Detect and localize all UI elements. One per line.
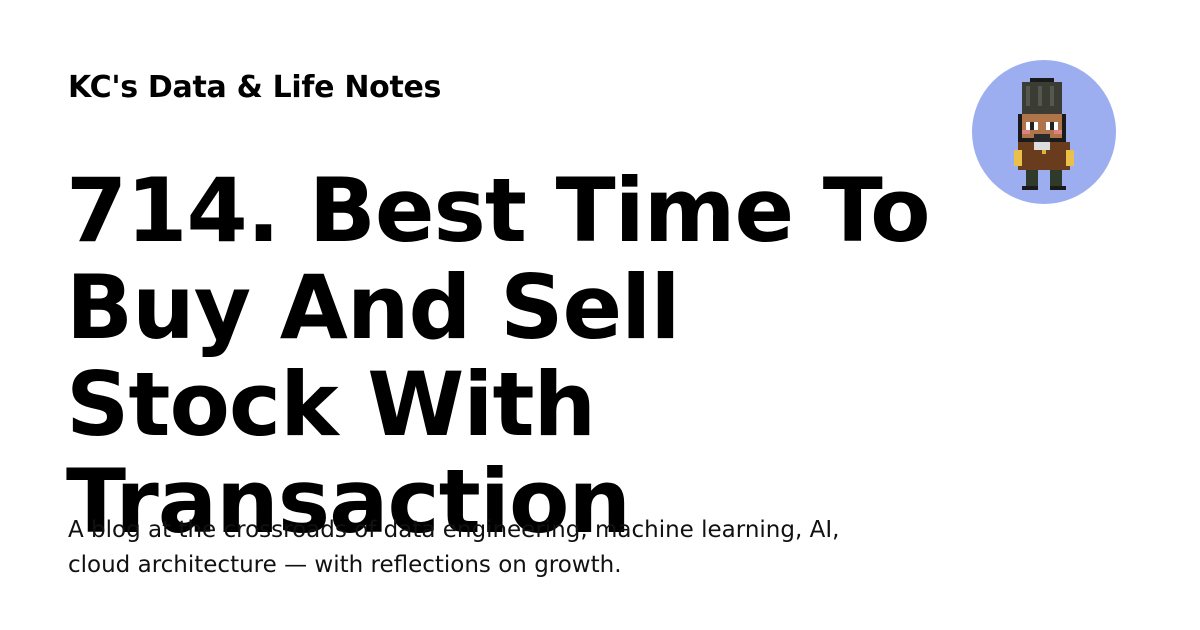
site-description: A blog at the crossroads of data enginee… <box>68 517 840 578</box>
avatar <box>972 60 1116 204</box>
site-name: KC's Data & Life Notes <box>68 70 442 105</box>
post-title: 714. Best Time To Buy And Sell Stock Wit… <box>66 159 931 553</box>
pixel-character-icon <box>1014 78 1074 190</box>
